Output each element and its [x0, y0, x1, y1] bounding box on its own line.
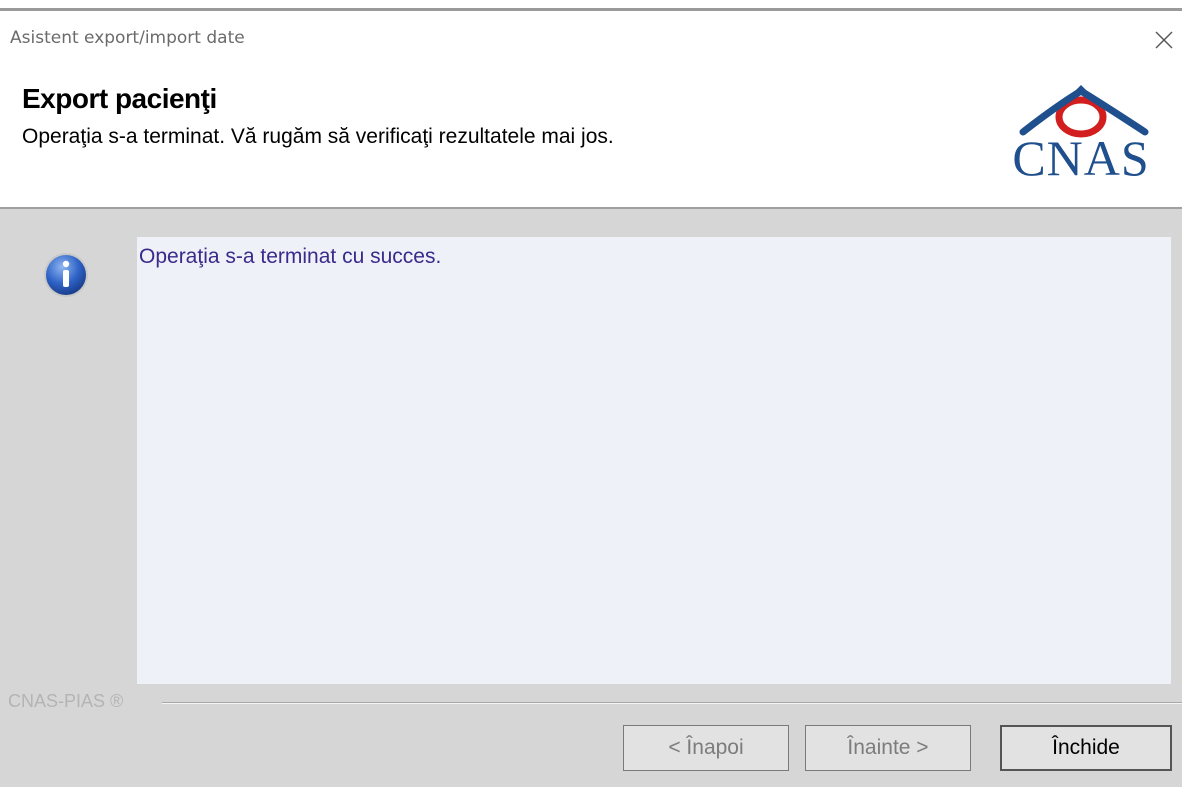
divider-line-highlight [162, 703, 1182, 704]
wizard-header: Export pacienţi Operaţia s-a terminat. V… [0, 55, 1182, 207]
logo-text: CNAS [1012, 130, 1150, 186]
brand-divider: CNAS-PIAS ® [0, 691, 1182, 715]
brand-label: CNAS-PIAS ® [8, 691, 124, 711]
title-bar: Asistent export/import date [0, 11, 1182, 55]
close-button[interactable] [1148, 25, 1180, 55]
back-button[interactable]: < Înapoi [623, 725, 789, 771]
close-wizard-button[interactable]: Închide [1000, 725, 1172, 771]
window-title: Asistent export/import date [10, 28, 245, 48]
cnas-logo: CNAS [995, 77, 1167, 187]
info-icon [42, 251, 90, 299]
wizard-window: Asistent export/import date Export pacie… [0, 0, 1182, 787]
wizard-body: Operaţia s-a terminat cu succes. CNAS-PI… [0, 209, 1182, 787]
close-icon [1155, 31, 1173, 49]
result-message: Operaţia s-a terminat cu succes. [139, 245, 442, 268]
page-title: Export pacienţi [22, 83, 217, 114]
next-button[interactable]: Înainte > [805, 725, 971, 771]
page-subtitle: Operaţia s-a terminat. Vă rugăm să verif… [22, 125, 614, 148]
result-message-panel: Operaţia s-a terminat cu succes. [137, 237, 1171, 684]
